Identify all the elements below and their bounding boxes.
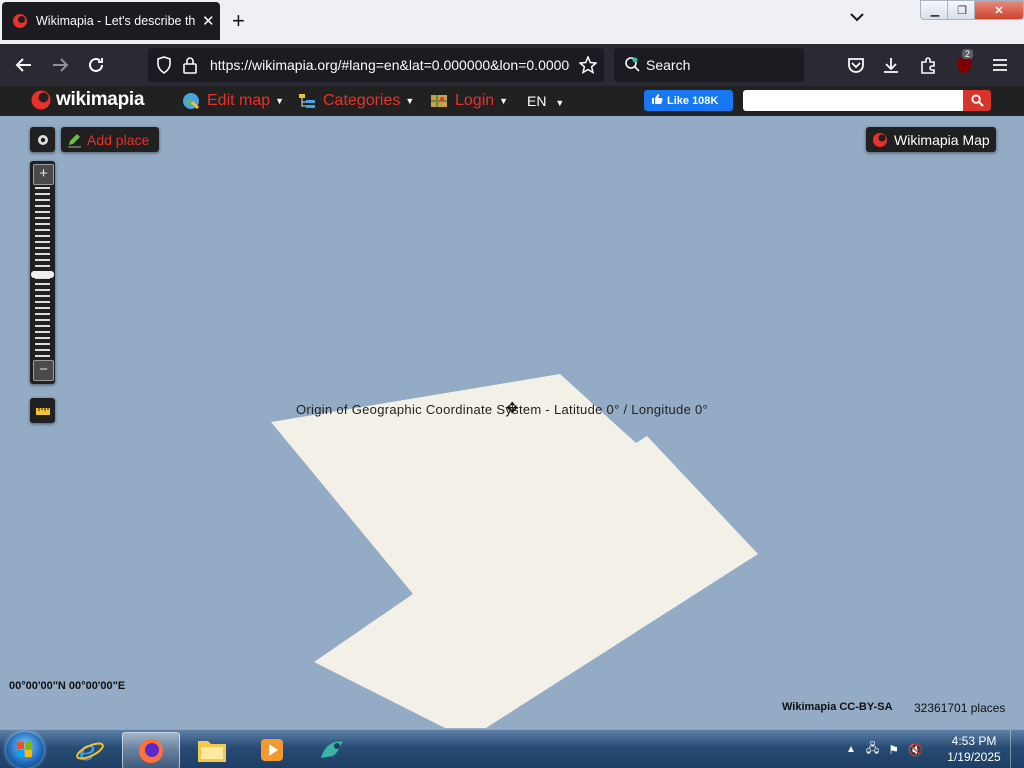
tracking-protection-shield-icon[interactable] — [156, 56, 172, 74]
hamburger-menu-icon[interactable] — [989, 54, 1011, 76]
window-minimize-button[interactable]: ▁ — [920, 0, 950, 20]
wikimapia-favicon-icon — [13, 14, 27, 28]
categories-menu[interactable]: Categories ▼ — [298, 92, 414, 110]
lock-icon[interactable] — [182, 56, 198, 74]
zoom-in-button[interactable]: + — [33, 164, 54, 185]
globe-edit-icon — [183, 93, 200, 110]
wikimapia-logo[interactable]: wikimapia — [30, 89, 144, 111]
target-location-icon — [37, 134, 48, 145]
map-search-input[interactable] — [743, 90, 963, 111]
extensions-puzzle-icon[interactable] — [917, 54, 939, 76]
extension-badge: 2 — [962, 49, 974, 59]
downloads-icon[interactable] — [880, 54, 902, 76]
add-place-button[interactable]: Add place — [61, 127, 159, 152]
back-arrow-icon[interactable] — [13, 54, 35, 76]
system-clock[interactable]: 4:53 PM 1/19/2025 — [944, 733, 1004, 765]
tab-strip: Wikimapia - Let's describe the whole wor… — [0, 0, 1024, 44]
action-center-flag-icon[interactable]: ⚑ — [888, 743, 899, 757]
add-place-label: Add place — [87, 131, 150, 148]
move-cursor-icon: ✥ — [506, 400, 519, 417]
list-all-tabs-chevron-icon[interactable] — [850, 12, 864, 22]
login-menu[interactable]: Login ▼ — [430, 92, 508, 110]
edit-map-label: Edit map — [207, 92, 271, 109]
copyright-link[interactable]: Wikimapia CC-BY-SA — [782, 701, 893, 713]
navigation-bar: https://wikimapia.org/#lang=en&lat=0.000… — [0, 44, 1024, 86]
search-placeholder: Search — [646, 57, 691, 73]
zoom-out-button[interactable]: − — [33, 360, 54, 381]
system-tray: ▲ 🖧 ⚑ 🔇 — [840, 730, 923, 768]
my-location-button[interactable] — [30, 127, 55, 152]
windows-taskbar: e ▲ 🖧 ⚑ 🔇 4:53 PM 1/19/2025 — [0, 729, 1024, 768]
login-map-icon — [431, 95, 447, 107]
new-tab-button[interactable]: + — [232, 9, 245, 33]
map-canvas[interactable]: Add place Wikimapia Map + − Origin of Ge… — [0, 116, 1024, 729]
url-text[interactable]: https://wikimapia.org/#lang=en&lat=0.000… — [210, 57, 570, 73]
add-place-pencil-icon — [68, 134, 81, 148]
pocket-icon[interactable] — [845, 54, 867, 76]
categories-label: Categories — [323, 92, 401, 109]
categories-tree-icon — [299, 94, 315, 108]
clock-date: 1/19/2025 — [947, 750, 1001, 764]
thumbs-up-icon — [651, 93, 663, 108]
window-restore-button[interactable]: ❐ — [947, 0, 977, 20]
language-label: EN — [527, 93, 547, 109]
search-icon — [970, 94, 984, 107]
map-type-button[interactable]: Wikimapia Map — [866, 127, 996, 152]
ublock-extension-icon[interactable]: 2 — [953, 49, 975, 76]
file-explorer-icon[interactable] — [184, 732, 240, 767]
place-label[interactable]: Origin of Geographic Coordinate System -… — [296, 402, 708, 417]
places-count: 32361701 places — [914, 701, 1006, 715]
cursor-coordinates: 00°00'00"N 00°00'00"E — [9, 680, 126, 692]
caret-down-icon: ▼ — [499, 96, 509, 106]
zoom-slider-handle[interactable] — [31, 271, 54, 278]
volume-muted-icon[interactable]: 🔇 — [908, 743, 923, 757]
app-taskbar-icon[interactable] — [304, 732, 360, 767]
wikimapia-logo-icon — [873, 132, 887, 147]
start-button[interactable] — [6, 732, 44, 768]
land-polygon — [271, 374, 758, 728]
internet-explorer-icon[interactable]: e — [62, 732, 118, 767]
edit-map-menu[interactable]: Edit map ▼ — [182, 92, 284, 110]
ruler-icon — [35, 407, 50, 415]
firefox-taskbar-icon[interactable] — [122, 732, 180, 768]
caret-down-icon: ▼ — [275, 96, 285, 106]
bookmark-star-icon[interactable] — [579, 56, 597, 74]
web-search-bar[interactable]: Search — [614, 48, 804, 82]
tab-title: Wikimapia - Let's describe the whole wor… — [36, 14, 196, 28]
show-hidden-icons-chevron-icon[interactable]: ▲ — [846, 744, 856, 755]
facebook-like-label: Like 108K — [667, 94, 719, 107]
caret-down-icon: ▼ — [555, 98, 565, 108]
map-type-label: Wikimapia Map — [894, 131, 990, 148]
wikimapia-logo-icon — [31, 90, 51, 110]
zoom-control: + − — [30, 161, 55, 384]
map-search-button[interactable] — [963, 90, 991, 111]
wikimapia-toolbar: wikimapia Edit map ▼ Categories ▼ Login … — [0, 86, 1024, 116]
ruler-button[interactable] — [30, 398, 55, 423]
caret-down-icon: ▼ — [405, 96, 415, 106]
login-label: Login — [455, 92, 495, 109]
window-close-button[interactable]: ✕ — [974, 0, 1024, 20]
media-player-icon[interactable] — [244, 732, 300, 767]
forward-arrow-icon[interactable] — [49, 54, 71, 76]
language-selector[interactable]: EN ▼ — [527, 93, 564, 109]
windows-logo-icon — [17, 742, 32, 757]
address-bar[interactable]: https://wikimapia.org/#lang=en&lat=0.000… — [148, 48, 604, 82]
network-icon[interactable]: 🖧 — [866, 739, 879, 760]
show-desktop-button[interactable] — [1010, 730, 1024, 768]
tab-close-icon[interactable]: ✕ — [202, 12, 215, 30]
facebook-like-button[interactable]: Like 108K — [644, 90, 733, 111]
clock-time: 4:53 PM — [951, 734, 997, 748]
search-engine-icon — [625, 57, 640, 72]
logo-text: wikimapia — [56, 89, 145, 110]
browser-tab-active[interactable]: Wikimapia - Let's describe the whole wor… — [2, 2, 220, 40]
reload-icon[interactable] — [85, 54, 107, 76]
